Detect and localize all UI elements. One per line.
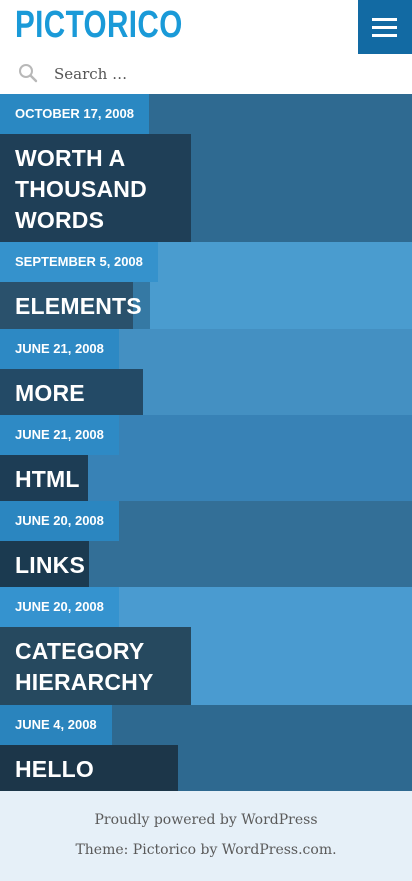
powered-by-link[interactable]: Proudly powered by WordPress [0, 812, 412, 828]
post-date[interactable]: SEPTEMBER 5, 2008 [0, 242, 158, 282]
post-title[interactable]: CATEGORY HIERARCHY [0, 627, 191, 705]
post-item[interactable]: JUNE 21, 2008 MORE TAGS [0, 329, 412, 437]
hamburger-icon-bar [372, 26, 397, 29]
post-title[interactable]: HELLO WORLD! [0, 745, 178, 813]
post-date[interactable]: JUNE 20, 2008 [0, 587, 119, 627]
post-date[interactable]: JUNE 21, 2008 [0, 329, 119, 369]
post-title[interactable]: ELEMENTS [0, 282, 142, 329]
post-date[interactable]: OCTOBER 17, 2008 [0, 94, 149, 134]
post-item[interactable]: OCTOBER 17, 2008 WORTH A THOUSAND WORDS [0, 94, 412, 242]
search-icon[interactable] [17, 62, 39, 84]
post-item[interactable]: SEPTEMBER 5, 2008 ELEMENTS [0, 242, 412, 329]
search-bar [0, 54, 412, 94]
post-date[interactable]: JUNE 21, 2008 [0, 415, 119, 455]
post-title[interactable]: HTML [0, 455, 88, 501]
site-title[interactable]: PICTORICO [15, 4, 183, 47]
search-input[interactable] [48, 60, 388, 88]
post-item[interactable]: JUNE 20, 2008 CATEGORY HIERARCHY [0, 587, 412, 705]
post-title[interactable]: WORTH A THOUSAND WORDS [0, 134, 191, 242]
post-item[interactable]: JUNE 21, 2008 HTML [0, 415, 412, 501]
menu-toggle-button[interactable] [358, 0, 412, 54]
hamburger-icon-bar [372, 18, 397, 21]
hamburger-icon-bar [372, 34, 397, 37]
post-list: OCTOBER 17, 2008 WORTH A THOUSAND WORDS … [0, 94, 412, 813]
post-item[interactable]: JUNE 20, 2008 LINKS [0, 501, 412, 587]
post-title[interactable]: MORE TAGS [0, 369, 143, 437]
post-item[interactable]: JUNE 4, 2008 HELLO WORLD! [0, 705, 412, 813]
site-footer: Proudly powered by WordPress Theme: Pict… [0, 791, 412, 881]
post-date[interactable]: JUNE 4, 2008 [0, 705, 112, 745]
site-header: PICTORICO [0, 0, 412, 54]
post-title[interactable]: LINKS [0, 541, 89, 587]
post-date[interactable]: JUNE 20, 2008 [0, 501, 119, 541]
theme-credit-link[interactable]: Theme: Pictorico by WordPress.com. [0, 842, 412, 858]
